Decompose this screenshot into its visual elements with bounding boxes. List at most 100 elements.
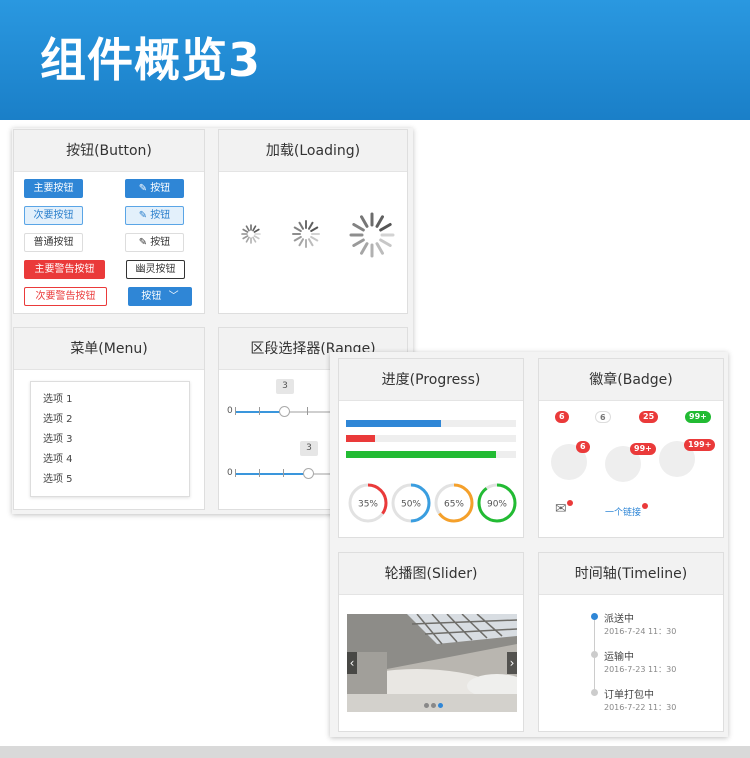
page-title: 组件概览3 bbox=[40, 33, 262, 87]
loading-spinner-small bbox=[241, 224, 261, 244]
progress-ring-label: 35% bbox=[358, 500, 378, 510]
header-banner: 组件概览3 bbox=[0, 0, 750, 120]
progress-ring-label: 90% bbox=[487, 500, 507, 510]
range-tick bbox=[235, 407, 236, 415]
slider-panel: 轮播图(Slider) ‹ › bbox=[338, 552, 524, 732]
carousel-prev-button[interactable]: ‹ bbox=[347, 652, 357, 674]
button-panel-title: 按钮(Button) bbox=[14, 130, 204, 172]
menu-item[interactable]: 选项 2 bbox=[31, 410, 189, 430]
progress-ring-label: 65% bbox=[444, 500, 464, 510]
mail-icon[interactable]: ✉ bbox=[555, 501, 567, 517]
dropdown-menu: 选项 1 选项 2 选项 3 选项 4 选项 5 bbox=[30, 381, 190, 497]
chevron-right-icon: › bbox=[509, 656, 515, 670]
icon-default-button[interactable]: ✎ 按钮 bbox=[125, 233, 184, 252]
chevron-left-icon: ‹ bbox=[349, 656, 355, 670]
primary-warning-button[interactable]: 主要警告按钮 bbox=[24, 260, 105, 279]
progress-panel-title: 进度(Progress) bbox=[339, 359, 523, 401]
badge-panel: 徽章(Badge) 6 6 25 99+ 6 99+ 199+ ✉ 一个链接 bbox=[538, 358, 724, 538]
menu-item[interactable]: 选项 1 bbox=[31, 390, 189, 410]
loading-panel: 加载(Loading) bbox=[218, 129, 408, 314]
loading-spinner-large bbox=[349, 212, 395, 258]
timeline-date: 2016-7-24 11：30 bbox=[604, 627, 677, 636]
pencil-icon: ✎ bbox=[138, 183, 148, 194]
bottom-divider bbox=[0, 746, 750, 758]
menu-panel: 菜单(Menu) 选项 1 选项 2 选项 3 选项 4 选项 5 bbox=[13, 327, 205, 510]
ghost-button[interactable]: 幽灵按钮 bbox=[126, 260, 185, 279]
badge-link[interactable]: 一个链接 bbox=[605, 505, 641, 518]
badge: 99+ bbox=[685, 411, 711, 423]
range-thumb[interactable] bbox=[303, 468, 314, 479]
chevron-down-icon: ﹀ bbox=[168, 291, 179, 302]
dropdown-button[interactable]: 按钮 ﹀ bbox=[128, 287, 192, 306]
range-thumb[interactable] bbox=[279, 406, 290, 417]
range-tick bbox=[283, 469, 284, 477]
range-min-label: 0 bbox=[227, 468, 233, 478]
slider-panel-title: 轮播图(Slider) bbox=[339, 553, 523, 595]
timeline-title: 运输中 bbox=[604, 652, 634, 663]
progress-bar bbox=[346, 420, 516, 427]
menu-item[interactable]: 选项 5 bbox=[31, 470, 189, 490]
progress-ring: 65% bbox=[434, 483, 474, 523]
screenshot-right: 进度(Progress) 35% 50% 65% 90% 徽章(Badge) 6 6 … bbox=[330, 352, 728, 737]
timeline-date: 2016-7-22 11：30 bbox=[604, 703, 677, 712]
timeline-dot-active bbox=[591, 613, 598, 620]
range-tick bbox=[259, 407, 260, 415]
loading-panel-title: 加载(Loading) bbox=[219, 130, 407, 172]
carousel-indicator[interactable] bbox=[431, 703, 436, 708]
icon-default-button-label: 按钮 bbox=[150, 237, 171, 248]
carousel-image bbox=[347, 614, 517, 712]
primary-button[interactable]: 主要按钮 bbox=[24, 179, 83, 198]
timeline-title: 订单打包中 bbox=[604, 690, 654, 701]
progress-bar bbox=[346, 451, 516, 458]
timeline-panel-title: 时间轴(Timeline) bbox=[539, 553, 723, 595]
badge-panel-title: 徽章(Badge) bbox=[539, 359, 723, 401]
carousel-next-button[interactable]: › bbox=[507, 652, 517, 674]
notification-dot bbox=[567, 500, 573, 506]
progress-bar-fill bbox=[346, 451, 496, 458]
secondary-button[interactable]: 次要按钮 bbox=[24, 206, 83, 225]
timeline-dot bbox=[591, 689, 598, 696]
carousel-indicator-active[interactable] bbox=[438, 703, 443, 708]
progress-ring: 90% bbox=[477, 483, 517, 523]
range-fill bbox=[235, 473, 307, 475]
icon-primary-button-label: 按钮 bbox=[150, 183, 171, 194]
loading-spinner-medium bbox=[292, 220, 320, 248]
avatar-badge: 99+ bbox=[630, 443, 656, 455]
timeline-panel: 时间轴(Timeline) 派送中 2016-7-24 11：30 运输中 20… bbox=[538, 552, 724, 732]
range-tooltip: 3 bbox=[300, 441, 318, 456]
menu-panel-title: 菜单(Menu) bbox=[14, 328, 204, 370]
secondary-warning-button[interactable]: 次要警告按钮 bbox=[24, 287, 107, 306]
icon-secondary-button[interactable]: ✎ 按钮 bbox=[125, 206, 184, 225]
timeline-dot bbox=[591, 651, 598, 658]
range-tick bbox=[307, 407, 308, 415]
pencil-icon: ✎ bbox=[138, 237, 148, 248]
progress-bar-fill bbox=[346, 420, 442, 427]
pencil-icon: ✎ bbox=[138, 210, 148, 221]
timeline-title: 派送中 bbox=[604, 614, 634, 625]
badge: 6 bbox=[555, 411, 569, 423]
progress-panel: 进度(Progress) 35% 50% 65% 90% bbox=[338, 358, 524, 538]
range-tick bbox=[235, 469, 236, 477]
carousel-indicator[interactable] bbox=[424, 703, 429, 708]
progress-bar bbox=[346, 435, 516, 442]
button-panel: 按钮(Button) 主要按钮 ✎ 按钮 次要按钮 ✎ 按钮 普通按钮 ✎ 按钮 主要… bbox=[13, 129, 205, 314]
progress-ring: 35% bbox=[348, 483, 388, 523]
menu-item[interactable]: 选项 4 bbox=[31, 450, 189, 470]
badge: 25 bbox=[639, 411, 659, 423]
range-tooltip: 3 bbox=[276, 379, 294, 394]
progress-ring: 50% bbox=[391, 483, 431, 523]
progress-bar-fill bbox=[346, 435, 375, 442]
avatar-badge: 6 bbox=[576, 441, 590, 453]
progress-ring-label: 50% bbox=[401, 500, 421, 510]
icon-primary-button[interactable]: ✎ 按钮 bbox=[125, 179, 184, 198]
badge: 6 bbox=[595, 411, 611, 423]
dropdown-button-label: 按钮 bbox=[141, 291, 162, 302]
avatar-badge: 199+ bbox=[684, 439, 716, 451]
timeline-date: 2016-7-23 11：30 bbox=[604, 665, 677, 674]
notification-dot bbox=[642, 503, 648, 509]
range-tick bbox=[259, 469, 260, 477]
default-button[interactable]: 普通按钮 bbox=[24, 233, 83, 252]
range-min-label: 0 bbox=[227, 406, 233, 416]
menu-item[interactable]: 选项 3 bbox=[31, 430, 189, 450]
icon-secondary-button-label: 按钮 bbox=[150, 210, 171, 221]
